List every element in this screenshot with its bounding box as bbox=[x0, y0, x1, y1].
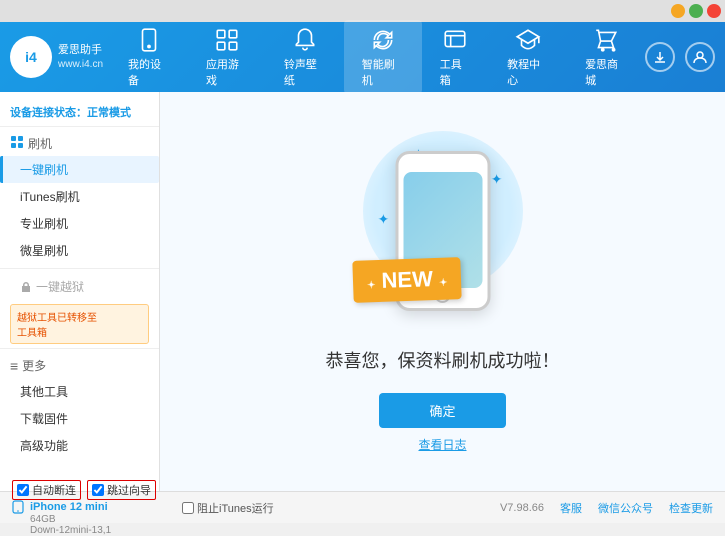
sidebar: 设备连接状态：正常模式 刷机 一键刷机 iTunes刷机 专业刷机 微星刷机 一… bbox=[0, 92, 160, 491]
phone-icon bbox=[135, 26, 163, 54]
confirm-button[interactable]: 确定 bbox=[379, 393, 505, 428]
refresh-icon bbox=[369, 26, 397, 54]
sidebar-item-one-click-flash[interactable]: 一键刷机 bbox=[0, 156, 159, 183]
content-area: ✦ ✦ ✦ ✦ NEW ✦ 恭喜您，保资料刷机成功啦！ 确定 查看日志 bbox=[160, 92, 725, 491]
stop-itunes-checkbox[interactable] bbox=[182, 502, 194, 514]
phone-illustration: ✦ ✦ ✦ ✦ NEW ✦ bbox=[353, 131, 533, 331]
title-bar bbox=[0, 0, 725, 22]
sparkle-icon-3: ✦ bbox=[378, 211, 390, 228]
sidebar-item-pro-flash[interactable]: 专业刷机 bbox=[0, 210, 159, 237]
auto-disconnect-checkbox[interactable] bbox=[17, 484, 29, 496]
sidebar-item-jailbreak[interactable]: 一键越狱 bbox=[0, 273, 159, 300]
skip-wizard-label[interactable]: 跳过向导 bbox=[87, 480, 156, 500]
logo-text: 爱思助手 www.i4.cn bbox=[58, 43, 103, 70]
section-more-header: ≡ 更多 bbox=[0, 353, 159, 378]
main-nav: 我的设备 应用游戏 铃声壁纸 智能刷机 工具箱 bbox=[110, 20, 645, 94]
header-right bbox=[645, 42, 715, 72]
logo-icon: i4 bbox=[10, 36, 52, 78]
view-log-link[interactable]: 查看日志 bbox=[418, 436, 466, 453]
shop-icon bbox=[592, 26, 620, 54]
bottom-bar: 自动断连 跳过向导 iPhone 12 mini 64GB Down-12min… bbox=[0, 491, 725, 523]
auto-disconnect-label[interactable]: 自动断连 bbox=[12, 480, 81, 500]
wechat-public-link[interactable]: 微信公众号 bbox=[598, 500, 653, 516]
user-button[interactable] bbox=[685, 42, 715, 72]
sidebar-item-download-firmware[interactable]: 下载固件 bbox=[0, 405, 159, 432]
nav-item-smart-flash[interactable]: 智能刷机 bbox=[344, 20, 422, 94]
success-message: 恭喜您，保资料刷机成功啦！ bbox=[326, 347, 560, 373]
more-section-icon: ≡ bbox=[10, 358, 18, 374]
customer-service-link[interactable]: 客服 bbox=[560, 500, 582, 516]
nav-item-my-device[interactable]: 我的设备 bbox=[110, 20, 188, 94]
jailbreak-warning: 越狱工具已转移至 工具箱 bbox=[10, 304, 149, 344]
checkboxes-row: 自动断连 跳过向导 bbox=[12, 480, 172, 500]
nav-item-tools[interactable]: 工具箱 bbox=[422, 20, 489, 94]
bottom-right-section: V7.98.66 客服 微信公众号 检查更新 bbox=[500, 500, 713, 516]
close-button[interactable] bbox=[707, 4, 721, 18]
logo-area: i4 爱思助手 www.i4.cn bbox=[10, 36, 110, 78]
bottom-left-section: 自动断连 跳过向导 iPhone 12 mini 64GB Down-12min… bbox=[12, 480, 172, 536]
new-badge: ✦ NEW ✦ bbox=[352, 257, 462, 303]
sidebar-item-other-tools[interactable]: 其他工具 bbox=[0, 378, 159, 405]
maximize-button[interactable] bbox=[689, 4, 703, 18]
tools-icon bbox=[441, 26, 469, 54]
nav-item-ringtone[interactable]: 铃声壁纸 bbox=[266, 20, 344, 94]
connection-status: 设备连接状态：正常模式 bbox=[0, 100, 159, 127]
skip-wizard-checkbox[interactable] bbox=[92, 484, 104, 496]
sidebar-item-advanced[interactable]: 高级功能 bbox=[0, 432, 159, 459]
check-update-link[interactable]: 检查更新 bbox=[669, 500, 713, 516]
bell-icon bbox=[291, 26, 319, 54]
device-phone-icon bbox=[12, 500, 24, 514]
device-info: iPhone 12 mini bbox=[12, 500, 172, 514]
graduation-icon bbox=[514, 26, 542, 54]
nav-item-apps[interactable]: 应用游戏 bbox=[188, 20, 266, 94]
section-flash-header: 刷机 bbox=[0, 131, 159, 156]
sparkle-icon-2: ✦ bbox=[491, 171, 503, 188]
sidebar-item-micro-flash[interactable]: 微星刷机 bbox=[0, 237, 159, 264]
nav-item-tutorial[interactable]: 教程中心 bbox=[489, 20, 567, 94]
stop-itunes-section: 阻止iTunes运行 bbox=[182, 500, 490, 516]
flash-section-icon bbox=[10, 135, 24, 152]
sidebar-item-itunes-flash[interactable]: iTunes刷机 bbox=[0, 183, 159, 210]
sidebar-divider bbox=[0, 268, 159, 269]
device-version: Down-12mini-13,1 bbox=[12, 525, 172, 536]
nav-item-shop[interactable]: 爱思商城 bbox=[567, 20, 645, 94]
header: i4 爱思助手 www.i4.cn 我的设备 应用游戏 铃声壁纸 bbox=[0, 22, 725, 92]
bottom-center-section: 阻止iTunes运行 bbox=[182, 500, 490, 516]
minimize-button[interactable] bbox=[671, 4, 685, 18]
download-button[interactable] bbox=[645, 42, 675, 72]
sidebar-divider-2 bbox=[0, 348, 159, 349]
main-area: 设备连接状态：正常模式 刷机 一键刷机 iTunes刷机 专业刷机 微星刷机 一… bbox=[0, 92, 725, 491]
apps-icon bbox=[213, 26, 241, 54]
